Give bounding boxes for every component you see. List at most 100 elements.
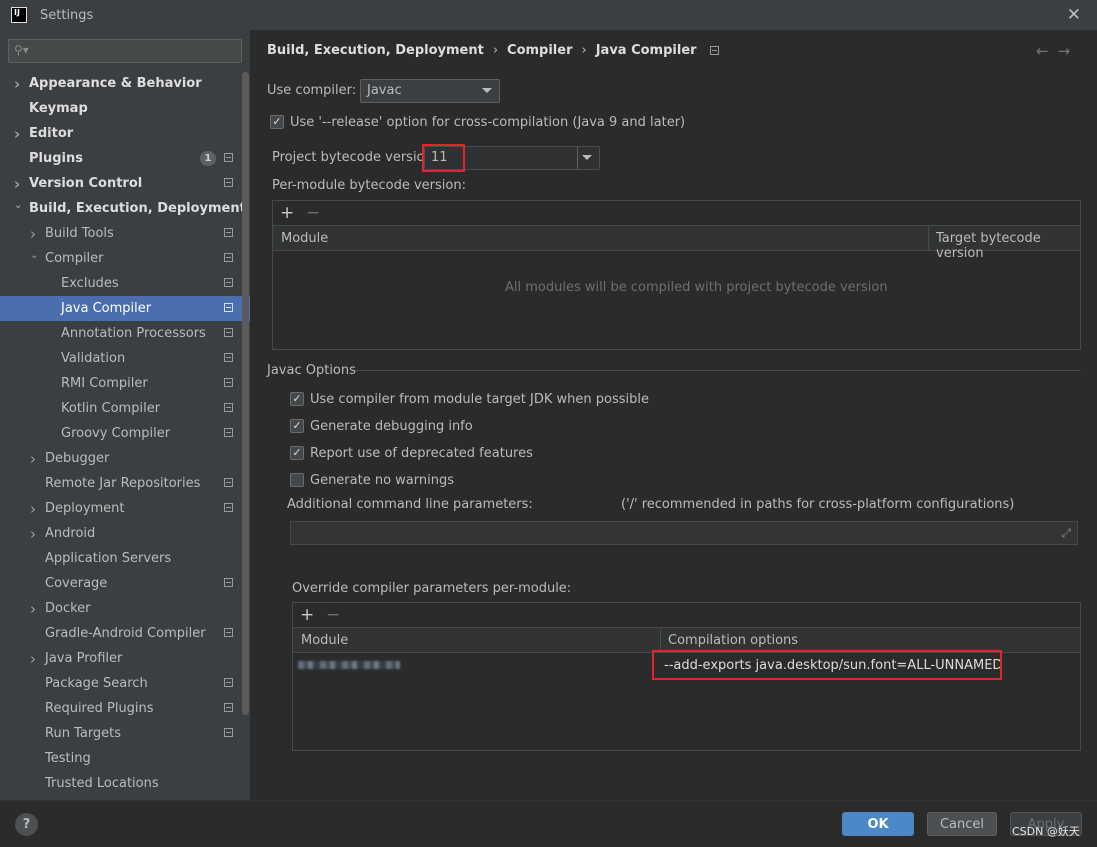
sidebar-item-label: Kotlin Compiler [61, 401, 161, 416]
nav-arrows: ← → [1036, 42, 1079, 60]
empty-table-text: All modules will be compiled with projec… [505, 280, 888, 295]
sidebar-item-validation[interactable]: Validation [0, 346, 250, 371]
option-checkbox[interactable] [290, 446, 304, 460]
additional-params-field[interactable]: ⤢ [290, 521, 1078, 545]
sidebar-item-editor[interactable]: › Editor [0, 121, 250, 146]
sidebar-item-plugins[interactable]: Plugins 1 [0, 146, 250, 171]
forward-arrow-icon[interactable]: → [1058, 42, 1071, 60]
sidebar-item-kotlin-compiler[interactable]: Kotlin Compiler [0, 396, 250, 421]
search-icon: ⚲▾ [14, 43, 29, 57]
option-label: Generate debugging info [310, 419, 473, 434]
column-header-module[interactable]: Module [301, 633, 348, 648]
sidebar-item-build-execution-deployment[interactable]: ⌄ Build, Execution, Deployment [0, 196, 250, 221]
compiler-select[interactable]: Javac [360, 79, 500, 103]
expand-icon[interactable]: ⤢ [1061, 526, 1071, 541]
sidebar-item-debugger[interactable]: › Debugger [0, 446, 250, 471]
sidebar-item-version-control[interactable]: › Version Control [0, 171, 250, 196]
per-module-table: + − Module Target bytecode version All m… [272, 200, 1081, 350]
project-level-icon [224, 578, 233, 587]
chevron-right-icon[interactable]: › [14, 175, 24, 193]
chevron-down-icon [482, 88, 492, 93]
project-level-icon [224, 303, 233, 312]
module-name-redacted [298, 661, 400, 669]
chevron-right-icon[interactable]: › [30, 650, 40, 668]
sidebar-item-label: Build, Execution, Deployment [29, 201, 246, 216]
group-separator [355, 370, 1081, 371]
back-arrow-icon[interactable]: ← [1036, 42, 1049, 60]
intellij-logo-icon: IJ [11, 7, 27, 23]
column-header-module[interactable]: Module [281, 231, 328, 246]
footer-divider [0, 800, 1097, 801]
sidebar-item-label: Appearance & Behavior [29, 76, 202, 91]
sidebar-item-package-search[interactable]: Package Search [0, 671, 250, 696]
sidebar-item-android[interactable]: › Android [0, 521, 250, 546]
chevron-right-icon[interactable]: › [14, 125, 24, 143]
sidebar-item-run-targets[interactable]: Run Targets [0, 721, 250, 746]
chevron-right-icon[interactable]: › [30, 225, 40, 243]
chevron-right-icon[interactable]: › [14, 75, 24, 93]
project-level-icon [224, 278, 233, 287]
chevron-right-icon[interactable]: › [30, 450, 40, 468]
sidebar-item-label: Run Targets [45, 726, 122, 741]
sidebar-item-trusted-locations[interactable]: Trusted Locations [0, 771, 250, 796]
sidebar-item-testing[interactable]: Testing [0, 746, 250, 771]
project-level-icon [224, 178, 233, 187]
release-option-checkbox[interactable] [270, 115, 284, 129]
add-icon[interactable]: + [300, 605, 314, 625]
release-option-label: Use '--release' option for cross-compila… [290, 115, 686, 130]
option-checkbox[interactable] [290, 419, 304, 433]
sidebar-item-label: Android [45, 526, 96, 541]
cancel-button[interactable]: Cancel [927, 812, 997, 836]
column-header-target[interactable]: Target bytecode version [936, 231, 1080, 261]
remove-icon[interactable]: − [306, 203, 320, 223]
sidebar-item-groovy-compiler[interactable]: Groovy Compiler [0, 421, 250, 446]
sidebar-item-compiler[interactable]: ⌄ Compiler [0, 246, 250, 271]
sidebar-item-label: Keymap [29, 101, 88, 116]
sidebar-item-application-servers[interactable]: Application Servers [0, 546, 250, 571]
sidebar-item-label: Application Servers [45, 551, 172, 566]
project-level-icon [224, 328, 233, 337]
remove-icon[interactable]: − [326, 605, 340, 625]
chevron-right-icon[interactable]: › [30, 600, 40, 618]
settings-tree: › Appearance & Behavior Keymap › Editor Plugi… [0, 71, 250, 796]
sidebar-item-deployment[interactable]: › Deployment [0, 496, 250, 521]
breadcrumb-item[interactable]: Build, Execution, Deployment [267, 43, 484, 58]
sidebar-item-rmi-compiler[interactable]: RMI Compiler [0, 371, 250, 396]
close-icon[interactable]: ✕ [1067, 5, 1081, 25]
sidebar-item-remote-jar-repositories[interactable]: Remote Jar Repositories [0, 471, 250, 496]
chevron-down-icon[interactable]: ⌄ [30, 250, 40, 261]
sidebar-item-appearance-behavior[interactable]: › Appearance & Behavior [0, 71, 250, 96]
sidebar-item-label: Java Profiler [45, 651, 123, 666]
help-button[interactable]: ? [15, 813, 38, 836]
sidebar-item-java-profiler[interactable]: › Java Profiler [0, 646, 250, 671]
sidebar-item-build-tools[interactable]: › Build Tools [0, 221, 250, 246]
ok-button[interactable]: OK [842, 812, 914, 836]
breadcrumb: Build, Execution, Deployment › Compiler … [267, 43, 719, 58]
option-checkbox[interactable] [290, 473, 304, 487]
sidebar-item-required-plugins[interactable]: Required Plugins [0, 696, 250, 721]
chevron-right-icon[interactable]: › [30, 525, 40, 543]
add-icon[interactable]: + [280, 203, 294, 223]
sidebar-item-docker[interactable]: › Docker [0, 596, 250, 621]
sidebar-item-annotation-processors[interactable]: Annotation Processors [0, 321, 250, 346]
sidebar-item-label: Java Compiler [61, 301, 152, 316]
sidebar-item-coverage[interactable]: Coverage [0, 571, 250, 596]
sidebar-item-keymap[interactable]: Keymap [0, 96, 250, 121]
breadcrumb-item[interactable]: Compiler [507, 43, 572, 58]
breadcrumb-separator: › [581, 43, 587, 58]
sidebar-item-gradle-android-compiler[interactable]: Gradle-Android Compiler [0, 621, 250, 646]
project-level-icon [224, 728, 233, 737]
project-level-icon [224, 428, 233, 437]
sidebar-item-label: Package Search [45, 676, 148, 691]
chevron-down-icon[interactable]: ⌄ [14, 200, 24, 211]
watermark: CSDN @妖天 [1012, 825, 1080, 838]
column-header-options[interactable]: Compilation options [668, 633, 798, 648]
search-input[interactable]: ⚲▾ [8, 39, 242, 63]
option-checkbox[interactable] [290, 392, 304, 406]
override-label: Override compiler parameters per-module: [292, 581, 572, 596]
sidebar-item-excludes[interactable]: Excludes [0, 271, 250, 296]
sidebar-item-java-compiler[interactable]: Java Compiler [0, 296, 250, 321]
chevron-right-icon[interactable]: › [30, 500, 40, 518]
sidebar-scrollbar[interactable] [242, 72, 249, 715]
title-bar: IJ Settings ✕ [0, 0, 1097, 30]
